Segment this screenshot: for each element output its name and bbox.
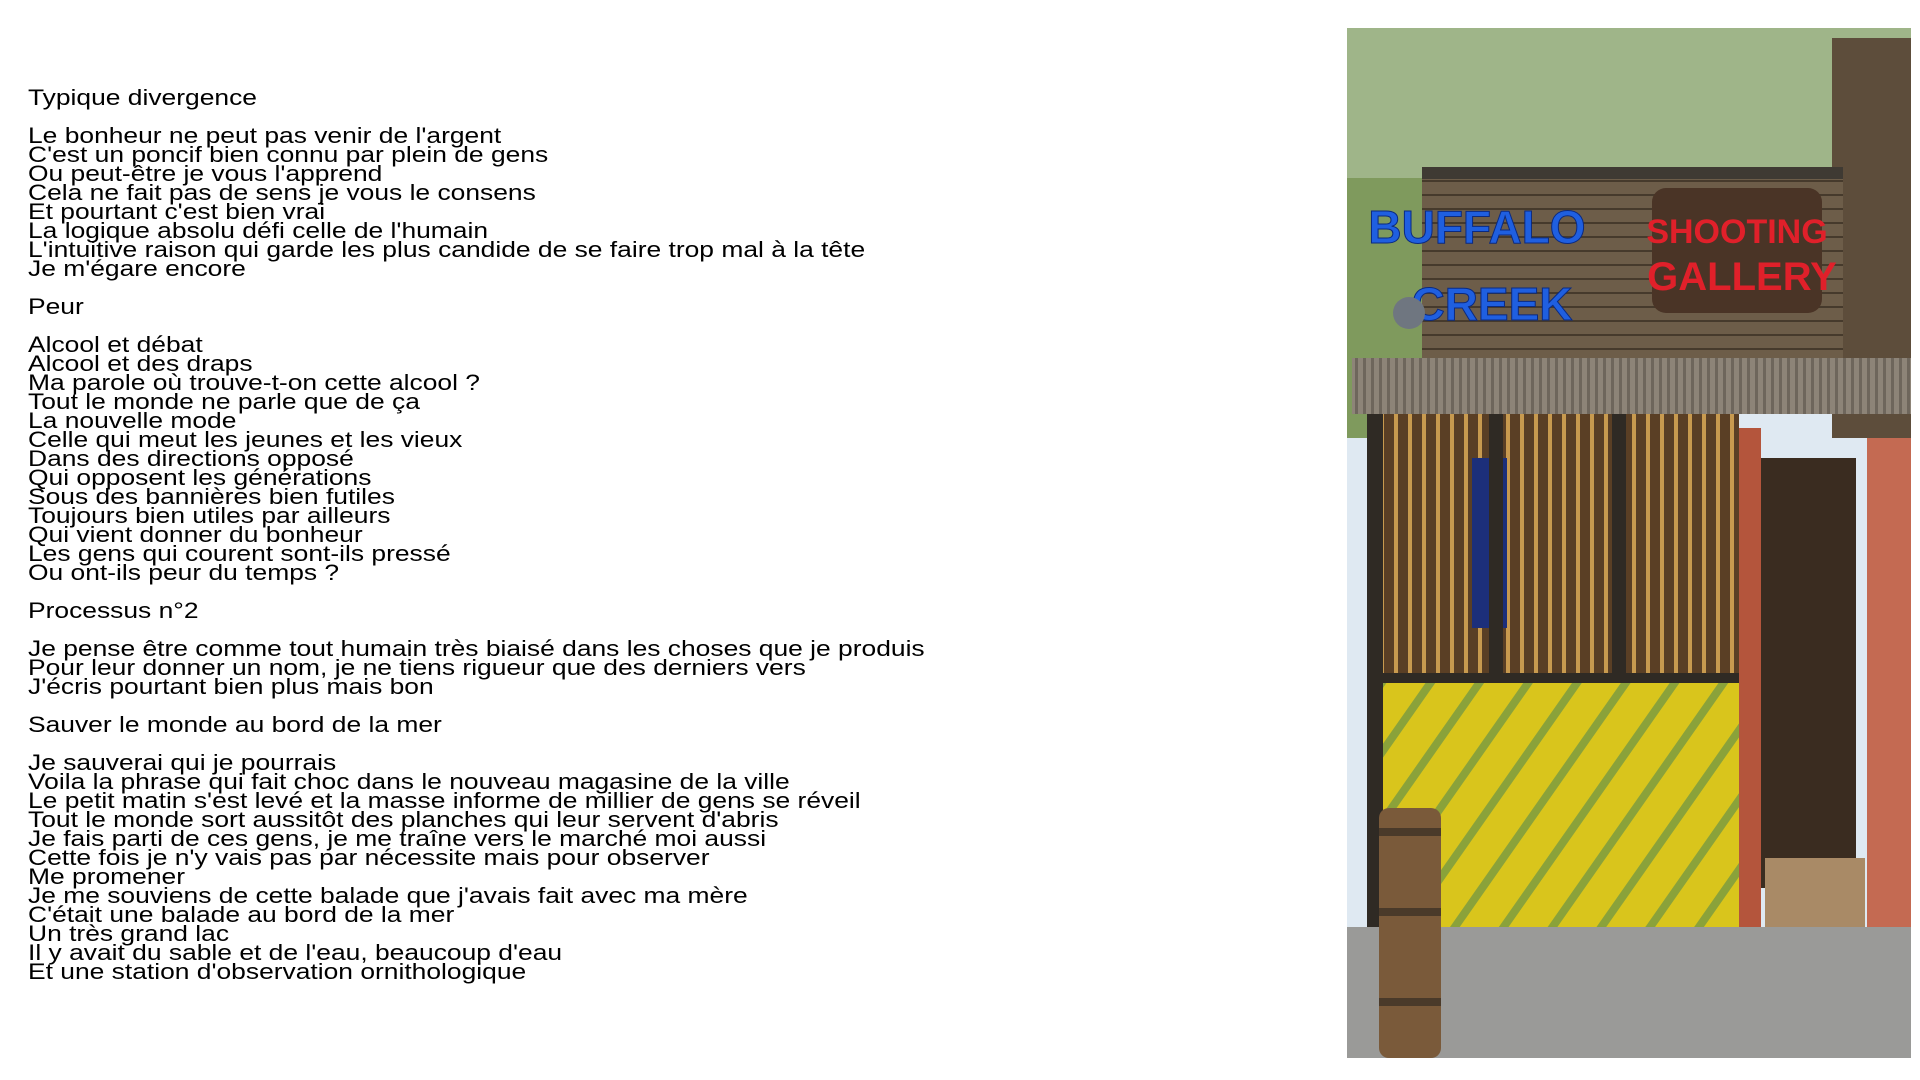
poem-title: Processus n°2 bbox=[28, 598, 199, 623]
right-door bbox=[1867, 438, 1911, 958]
poem-text: Typique divergence Le bonheur ne peut pas… bbox=[28, 85, 925, 984]
lamp bbox=[1393, 297, 1425, 329]
doorway bbox=[1761, 458, 1856, 888]
open-door bbox=[1739, 428, 1761, 988]
poem-line: Ou ont-ils peur du temps ? bbox=[28, 560, 340, 585]
sign-buffalo: BUFFALO bbox=[1368, 201, 1585, 253]
sign-shooting: SHOOTING bbox=[1646, 213, 1827, 251]
shooting-gallery-photo: BUFFALO CREEK SHOOTING GALLERY bbox=[1347, 28, 1911, 1058]
barrel bbox=[1379, 808, 1441, 1058]
poem-line: Et une station d'observation ornithologi… bbox=[28, 959, 527, 984]
poem-title: Sauver le monde au bord de la mer bbox=[28, 712, 442, 737]
sign-creek: CREEK bbox=[1411, 278, 1572, 330]
poem-title: Typique divergence bbox=[28, 85, 257, 110]
corrugated-roof bbox=[1352, 358, 1911, 414]
poem-title: Peur bbox=[28, 294, 84, 319]
window-bars bbox=[1367, 414, 1739, 680]
sign-gallery: GALLERY bbox=[1647, 255, 1837, 299]
trees bbox=[1347, 28, 1911, 178]
